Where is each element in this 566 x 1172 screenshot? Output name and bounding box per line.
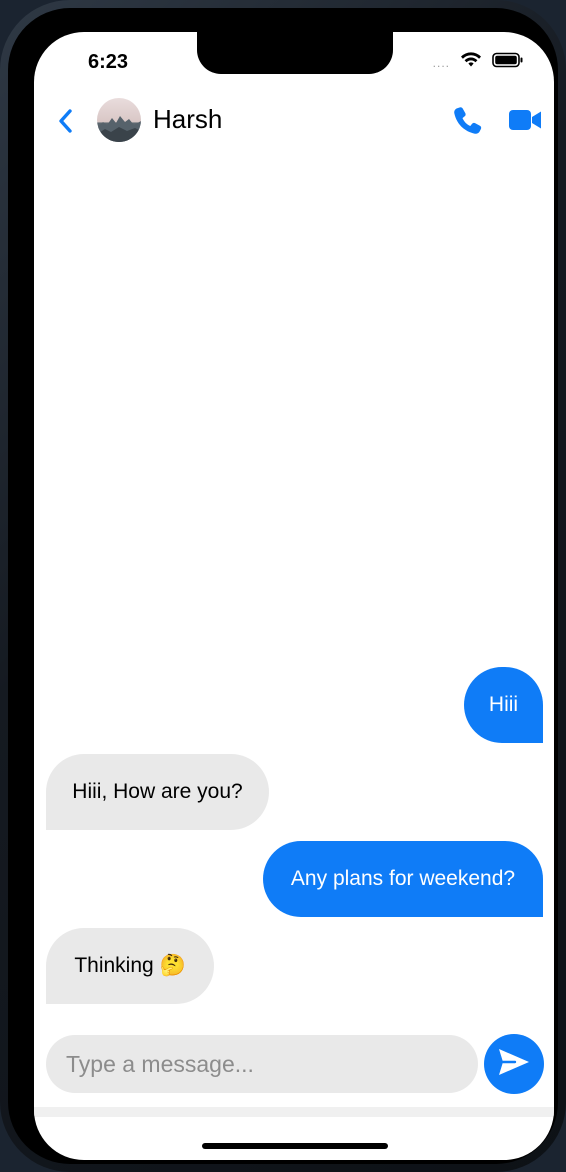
message-bubble-outgoing[interactable]: Hiii <box>464 667 543 743</box>
message-input[interactable] <box>46 1035 478 1093</box>
message-input-container <box>46 1035 478 1093</box>
message-list: Hiii Hiii, How are you? Any plans for we… <box>34 32 554 1160</box>
message-bubble-incoming[interactable]: Thinking 🤔 <box>46 928 214 1004</box>
phone-frame: 6:23 .... Harsh Hiii Hiii, How are you? … <box>0 0 566 1172</box>
home-indicator[interactable] <box>202 1143 388 1149</box>
send-button[interactable] <box>484 1034 544 1094</box>
message-bubble-outgoing[interactable]: Any plans for weekend? <box>263 841 543 917</box>
phone-bezel: 6:23 .... Harsh Hiii Hiii, How are you? … <box>8 8 558 1164</box>
keyboard-divider <box>34 1107 554 1117</box>
message-bubble-incoming[interactable]: Hiii, How are you? <box>46 754 269 830</box>
chat-screen: 6:23 .... Harsh Hiii Hiii, How are you? … <box>34 32 554 1160</box>
send-arrow-icon <box>497 1047 531 1082</box>
